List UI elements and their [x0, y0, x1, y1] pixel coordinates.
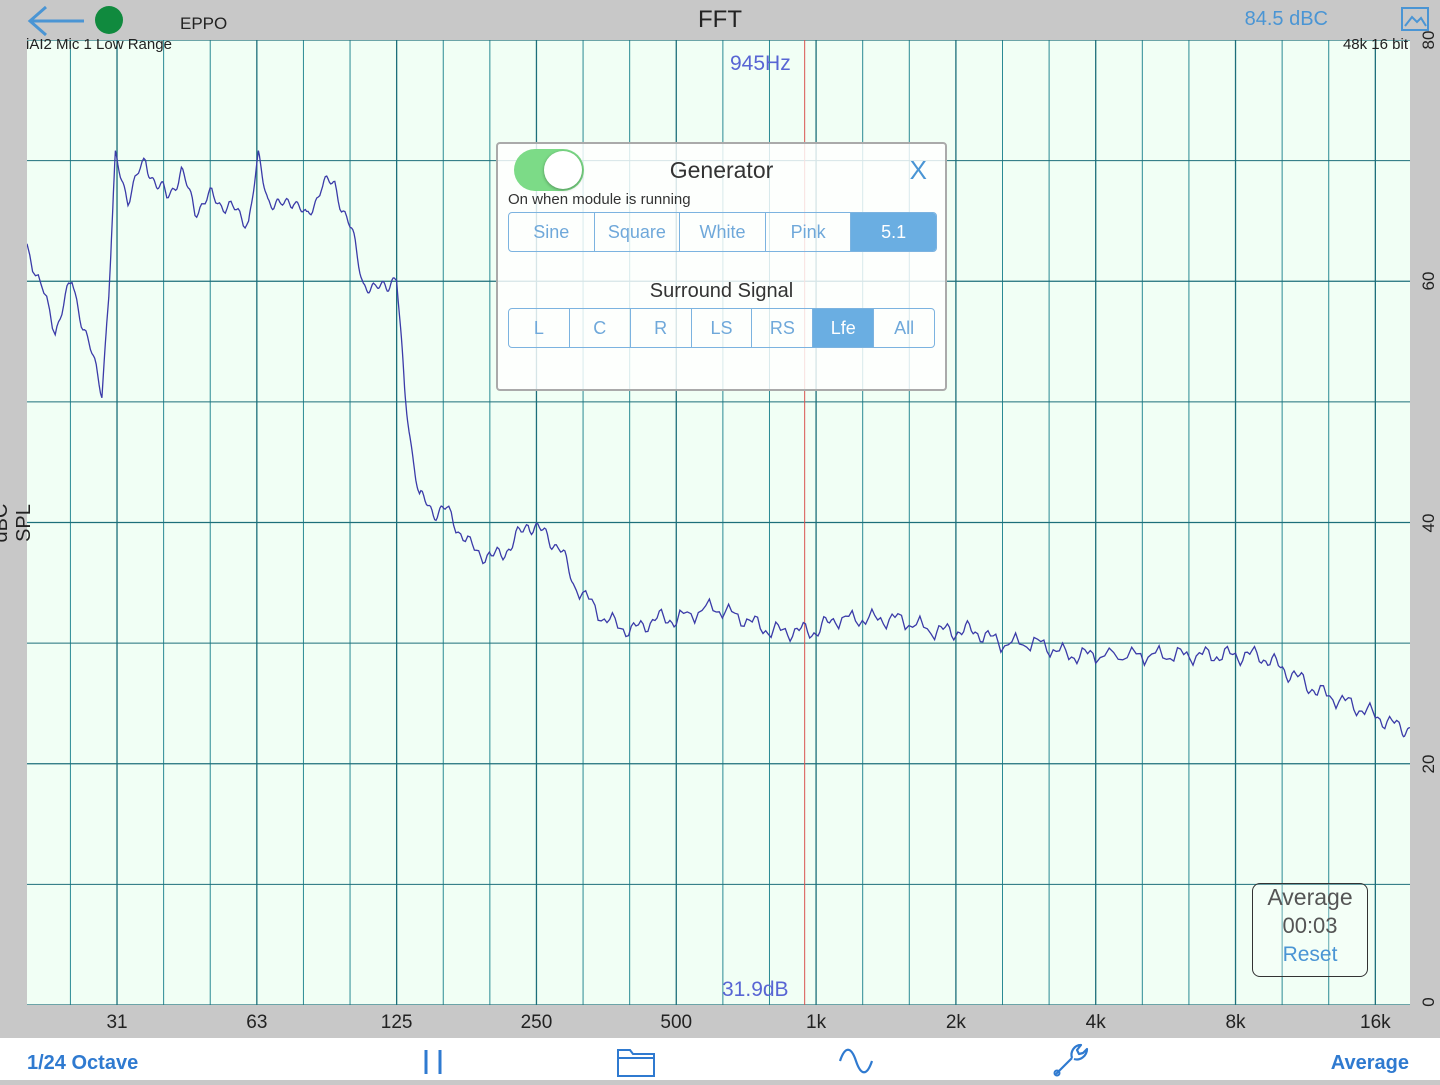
signal-white[interactable]: White — [680, 213, 766, 251]
x-tick-label: 2k — [945, 1012, 966, 1033]
close-button[interactable]: X — [910, 155, 927, 186]
sine-wave-icon[interactable] — [838, 1046, 874, 1081]
page-title: FFT — [698, 6, 742, 33]
channel-lfe[interactable]: Lfe — [813, 309, 875, 347]
signal-square[interactable]: Square — [595, 213, 681, 251]
format-label: 48k 16 bit — [1342, 36, 1408, 53]
x-tick-label: 125 — [380, 1012, 413, 1033]
channel-c[interactable]: C — [570, 309, 631, 347]
cursor-level: 31.9dB — [722, 978, 789, 1001]
mode-button[interactable]: Average — [1331, 1052, 1409, 1075]
generator-title: Generator — [669, 157, 774, 183]
channel-all[interactable]: All — [874, 309, 934, 347]
x-tick-label: 250 — [520, 1012, 553, 1033]
signal-5-1[interactable]: 5.1 — [851, 213, 936, 251]
signal-sine[interactable]: Sine — [509, 213, 595, 251]
x-tick-label: 500 — [660, 1012, 693, 1033]
x-tick-label: 8k — [1225, 1012, 1246, 1033]
channel-l[interactable]: L — [509, 309, 570, 347]
y-tick-label: 0 — [1419, 997, 1438, 1007]
x-tick-label: 63 — [246, 1012, 268, 1033]
y-tick-label: 20 — [1419, 754, 1438, 774]
average-title: Average — [1267, 884, 1353, 910]
generator-hint: On when module is running — [508, 191, 691, 208]
folder-icon[interactable] — [616, 1044, 656, 1083]
x-tick-label: 16k — [1360, 1012, 1391, 1033]
reset-button[interactable]: Reset — [1253, 943, 1367, 967]
wrench-icon[interactable] — [1050, 1040, 1090, 1085]
y-tick-label: 60 — [1419, 271, 1438, 291]
resolution-button[interactable]: 1/24 Octave — [27, 1052, 138, 1075]
y-tick-label: 40 — [1419, 513, 1438, 532]
channel-r[interactable]: R — [631, 309, 692, 347]
x-tick-label: 1k — [806, 1012, 827, 1033]
bottom-toolbar: 1/24 Octave Average — [0, 1038, 1440, 1080]
signal-type-selector: Sine Square White Pink 5.1 — [508, 212, 937, 252]
channel-ls[interactable]: LS — [692, 309, 753, 347]
generator-panel: Generator X On when module is running Si… — [496, 142, 947, 391]
y-axis-label: dBC SPL — [0, 503, 35, 543]
cursor-frequency: 945Hz — [730, 52, 791, 75]
top-bar: EPPO FFT 84.5 dBC — [0, 0, 1440, 40]
channel-rs[interactable]: RS — [752, 309, 814, 347]
x-tick-label: 31 — [106, 1012, 128, 1033]
pause-icon[interactable] — [420, 1048, 446, 1081]
signal-pink[interactable]: Pink — [766, 213, 852, 251]
average-box: Average 00:03 Reset — [1252, 883, 1368, 977]
surround-channel-selector: L C R LS RS Lfe All — [508, 308, 935, 348]
average-time: 00:03 — [1282, 913, 1338, 938]
y-tick-label: 80 — [1419, 30, 1438, 50]
input-source-label: iAI2 Mic 1 Low Range — [26, 36, 172, 53]
level-readout: 84.5 dBC — [1244, 8, 1328, 30]
x-tick-label: 4k — [1085, 1012, 1106, 1033]
surround-signal-title: Surround Signal — [649, 280, 794, 302]
